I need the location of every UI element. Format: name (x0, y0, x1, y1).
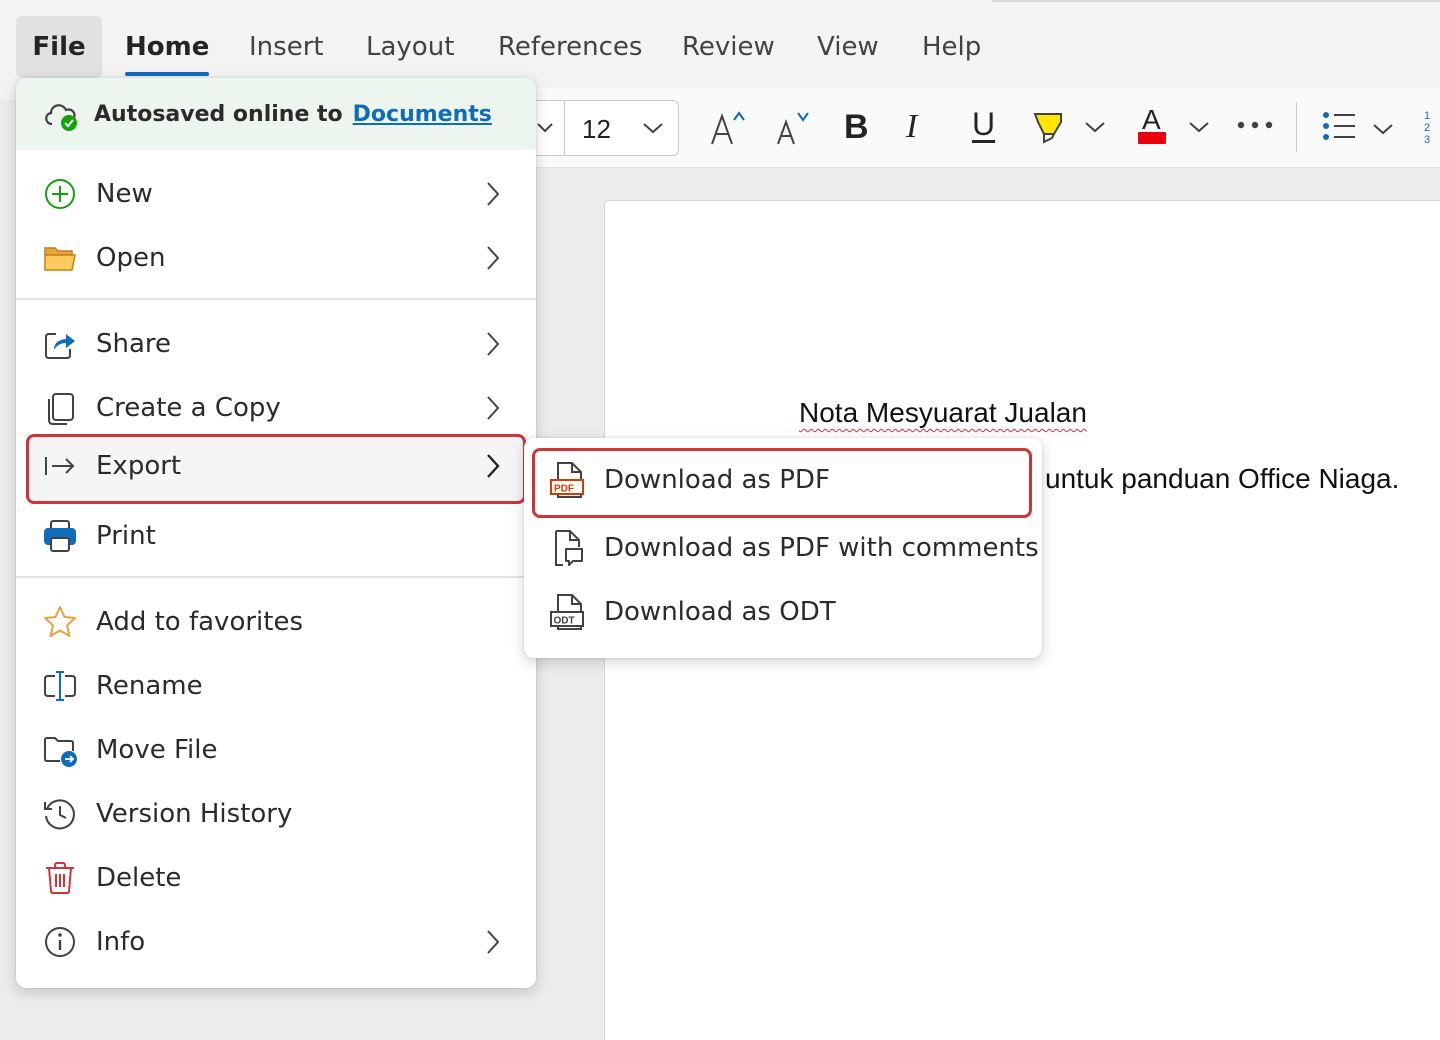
menu-item-label: Delete (96, 863, 182, 893)
tab-insert[interactable]: Insert (249, 16, 324, 78)
autosave-status: Autosaved online to Documents (94, 102, 492, 127)
rename-icon (44, 671, 76, 701)
svg-text:3: 3 (1424, 134, 1430, 146)
chevron-right-icon (487, 396, 500, 420)
menu-item-label: Add to favorites (96, 607, 303, 637)
svg-text:ODT: ODT (554, 616, 575, 627)
chevron-right-icon (487, 454, 500, 478)
submenu-item-label: Download as PDF (604, 465, 830, 495)
download-pdf-option[interactable]: PDF Download as PDF (532, 448, 1032, 518)
autosave-text: Autosaved online to (94, 102, 343, 127)
star-icon (44, 606, 76, 637)
menu-item-label: Open (96, 243, 166, 273)
file-menu: Autosaved online to Documents New Open Sh… (16, 78, 536, 988)
documents-link[interactable]: Documents (353, 102, 492, 127)
menu-item-label: Rename (96, 671, 203, 701)
folder-icon (44, 247, 76, 271)
menu-item-move-file[interactable]: Move File (16, 718, 536, 782)
trash-icon (46, 862, 74, 894)
export-icon (45, 457, 75, 475)
tab-references[interactable]: References (498, 16, 642, 78)
svg-text:2: 2 (1424, 122, 1430, 134)
history-icon (44, 799, 75, 830)
menu-item-label: Export (96, 451, 182, 481)
autosave-banner: Autosaved online to Documents (16, 78, 536, 150)
download-pdf-comments-option[interactable]: Download as PDF with comments (524, 516, 1042, 580)
font-size-value: 12 (582, 114, 611, 144)
svg-text:PDF: PDF (554, 484, 574, 495)
font-size-dropdown[interactable]: 12 (536, 100, 679, 156)
tab-home[interactable]: Home (125, 16, 210, 78)
tab-layout[interactable]: Layout (366, 16, 454, 78)
menu-item-label: Version History (96, 799, 293, 829)
menu-item-version-history[interactable]: Version History (16, 782, 536, 846)
pdf-comments-icon (555, 530, 583, 566)
menu-item-export[interactable]: Export (26, 434, 526, 504)
share-icon (45, 333, 75, 359)
menu-item-label: Print (96, 521, 156, 551)
font-color-swatch (1138, 132, 1166, 144)
highlight-dropdown-icon[interactable] (1084, 120, 1106, 134)
menu-item-label: Share (96, 329, 172, 359)
move-file-icon (44, 737, 77, 767)
printer-icon (44, 520, 76, 552)
menu-item-share[interactable]: Share (16, 312, 536, 376)
ribbon-separator (1296, 102, 1297, 152)
submenu-item-label: Download as PDF with comments (604, 533, 1039, 563)
shrink-font-icon[interactable] (774, 108, 814, 148)
menu-item-print[interactable]: Print (16, 504, 536, 568)
bullets-icon[interactable] (1322, 110, 1356, 142)
tab-review[interactable]: Review (682, 16, 775, 78)
menu-separator (16, 298, 536, 300)
menu-item-label: Info (96, 927, 146, 957)
document-title[interactable]: Nota Mesyuarat Jualan (799, 397, 1087, 429)
menu-item-create-copy[interactable]: Create a Copy (16, 376, 536, 440)
font-family-chevron-icon[interactable] (536, 121, 554, 135)
download-odt-option[interactable]: ODT Download as ODT (524, 580, 1042, 644)
numbering-icon[interactable]: 1 2 3 (1422, 108, 1440, 146)
copy-icon (48, 393, 74, 425)
menu-item-rename[interactable]: Rename (16, 654, 536, 718)
menu-item-new[interactable]: New (16, 162, 536, 226)
highlight-icon[interactable] (1032, 108, 1066, 146)
chevron-down-icon[interactable] (642, 121, 664, 135)
submenu-item-label: Download as ODT (604, 597, 836, 627)
window-edge-line (992, 0, 1440, 2)
tab-file[interactable]: File (16, 16, 102, 78)
chevron-right-icon (487, 182, 500, 206)
chevron-right-icon (487, 332, 500, 356)
chevron-right-icon (487, 930, 500, 954)
menu-item-label: Create a Copy (96, 393, 281, 423)
font-color-dropdown-icon[interactable] (1188, 120, 1210, 134)
menu-item-delete[interactable]: Delete (16, 846, 536, 910)
chevron-right-icon (487, 246, 500, 270)
bold-icon[interactable]: B (844, 108, 869, 147)
info-icon (45, 927, 75, 957)
tab-help[interactable]: Help (922, 16, 981, 78)
menu-item-label: Move File (96, 735, 218, 765)
tab-view[interactable]: View (817, 16, 879, 78)
menu-item-label: New (96, 179, 153, 209)
odt-file-icon: ODT (550, 594, 584, 630)
more-options-icon[interactable] (1236, 120, 1274, 130)
export-submenu: PDF Download as PDF Download as PDF with… (524, 438, 1042, 658)
plus-circle-icon (45, 179, 75, 209)
menu-separator (16, 576, 536, 578)
menu-item-add-favorites[interactable]: Add to favorites (16, 590, 536, 654)
italic-icon[interactable]: I (906, 108, 917, 146)
pdf-file-icon: PDF (550, 462, 584, 498)
menu-item-info[interactable]: Info (16, 910, 536, 974)
svg-text:1: 1 (1424, 110, 1430, 122)
bullets-dropdown-icon[interactable] (1372, 122, 1394, 136)
underline-icon[interactable]: U (972, 106, 995, 143)
dropdown-divider (564, 101, 565, 155)
grow-font-icon[interactable] (708, 108, 748, 148)
menu-item-open[interactable]: Open (16, 226, 536, 290)
ribbon-toolbar: 12 B I U A 1 2 3 (536, 88, 1440, 168)
cloud-check-icon (45, 104, 77, 131)
document-line[interactable]: untuk panduan Office Niaga. (1045, 463, 1399, 495)
